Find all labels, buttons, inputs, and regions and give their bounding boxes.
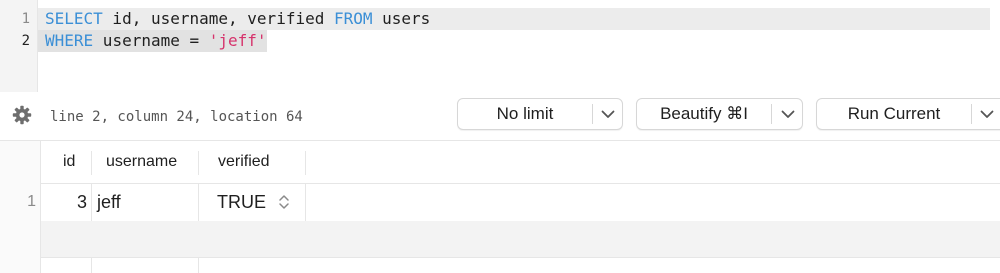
column-divider[interactable] [198, 151, 199, 175]
column-header-username[interactable]: username [106, 141, 177, 183]
cursor-position-status: line 2, column 24, location 64 [50, 109, 303, 125]
sql-keyword: WHERE [45, 31, 94, 50]
up-down-icon[interactable] [278, 194, 290, 210]
sql-text: username = [93, 31, 209, 50]
row-divider [41, 257, 1000, 258]
chevron-down-icon[interactable] [772, 99, 803, 129]
sql-keyword: FROM [333, 9, 373, 28]
cell-verified[interactable]: TRUE [217, 183, 266, 221]
limit-label[interactable]: No limit [458, 99, 592, 129]
row-number: 1 [27, 193, 36, 210]
column-divider[interactable] [305, 151, 306, 175]
column-header-id[interactable]: id [63, 141, 75, 183]
cell-id[interactable]: 3 [42, 183, 87, 221]
results-grid: 1 id username verified 3 jeff TRUE [0, 140, 1000, 273]
query-toolbar: line 2, column 24, location 64 No limit … [0, 97, 1000, 135]
sql-text: id, username, verified [102, 9, 334, 28]
sql-editor[interactable]: 1 2 SELECT id, username, verified FROM u… [0, 0, 1000, 92]
beautify-button[interactable]: Beautify ⌘I [636, 98, 803, 130]
code-line-current[interactable]: WHERE username = 'jeff' [38, 30, 267, 52]
code-area[interactable]: SELECT id, username, verified FROM users… [0, 0, 1000, 92]
sql-keyword: SELECT [45, 9, 103, 28]
grid-line [305, 183, 306, 221]
row-number-gutter: 1 [0, 141, 41, 273]
chevron-down-icon[interactable] [972, 99, 1000, 129]
header-divider [41, 183, 1000, 184]
run-current-label[interactable]: Run Current [817, 99, 971, 129]
sql-string: 'jeff' [208, 31, 267, 50]
cell-username[interactable]: jeff [97, 183, 121, 221]
chevron-down-icon[interactable] [593, 99, 623, 129]
sql-text: users [372, 9, 431, 28]
empty-new-row[interactable] [41, 221, 1000, 257]
run-current-button[interactable]: Run Current [816, 98, 1000, 130]
limit-select[interactable]: No limit [457, 98, 623, 130]
gear-icon[interactable] [12, 105, 32, 125]
beautify-label[interactable]: Beautify ⌘I [637, 99, 771, 129]
column-header-verified[interactable]: verified [218, 141, 270, 183]
code-line[interactable]: SELECT id, username, verified FROM users [38, 8, 990, 30]
column-divider[interactable] [91, 151, 92, 175]
